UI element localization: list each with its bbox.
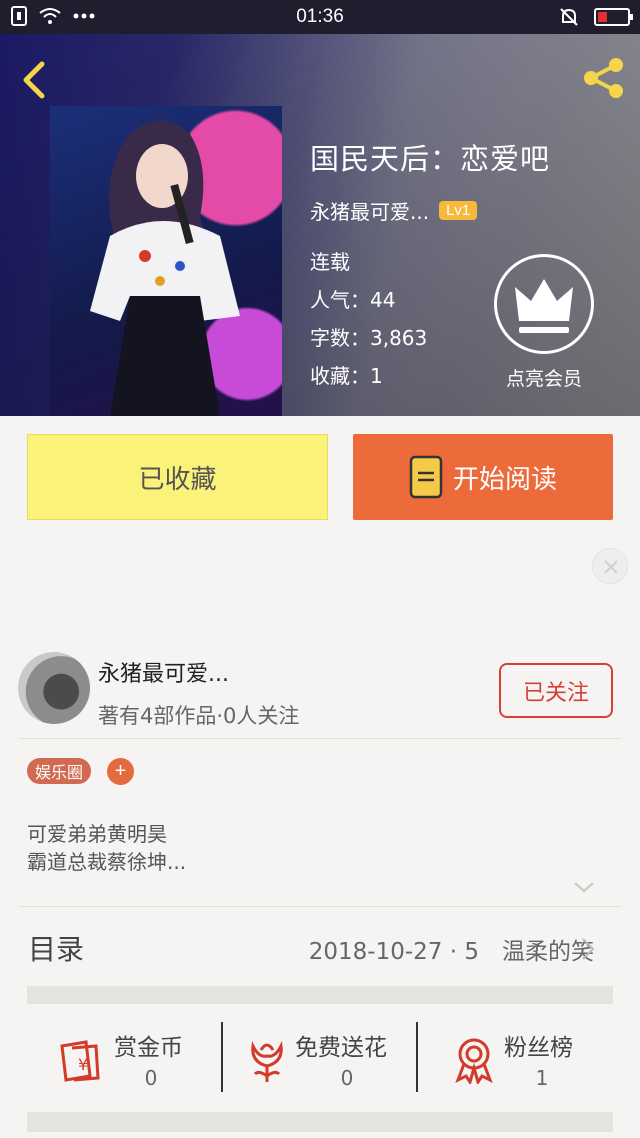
share-icon[interactable] (580, 54, 628, 102)
crown-icon (515, 279, 573, 333)
book-icon (409, 455, 443, 499)
description-line: 霸道总裁蔡徐坤... (27, 850, 187, 874)
status-bar: 01:36 (0, 0, 640, 34)
flower-icon (251, 1040, 283, 1082)
favorite-count: 收藏：1 (310, 364, 383, 388)
section-separator (27, 986, 613, 1004)
author-line[interactable]: 永猪最可爱... Lv1 (310, 196, 478, 225)
battery-icon (594, 8, 633, 26)
author-card-summary: 著有4部作品·0人关注 (98, 704, 300, 728)
divider (18, 906, 622, 907)
reward-coins-label: 赏金币 (114, 1035, 183, 1061)
svg-text:¥: ¥ (78, 1055, 88, 1074)
chevron-right-icon[interactable] (580, 936, 596, 962)
word-count: 字数：3,863 (310, 326, 428, 350)
add-tag-button[interactable]: + (107, 758, 134, 785)
cover-figure (90, 120, 240, 416)
favorited-button[interactable]: 已收藏 (27, 434, 328, 520)
book-header: 国民天后：恋爱吧 永猪最可爱... Lv1 连载 人气：44 字数：3,863 … (0, 34, 640, 416)
author-card-name[interactable]: 永猪最可爱... (98, 656, 229, 688)
send-flower-label: 免费送花 (295, 1035, 387, 1061)
book-title: 国民天后：恋爱吧 (310, 142, 551, 176)
avatar[interactable] (18, 652, 90, 724)
tag-label: 娱乐圈 (35, 763, 84, 782)
favorited-label: 已收藏 (138, 464, 217, 495)
section-separator (27, 1112, 613, 1132)
serial-status: 连载 (310, 250, 350, 274)
start-reading-label: 开始阅读 (452, 464, 557, 495)
reward-coins-value: 0 (144, 1066, 158, 1090)
description-line: 可爱弟弟黄明昊 (27, 822, 167, 846)
level-badge: Lv1 (439, 201, 478, 220)
fan-ranking-value: 1 (535, 1066, 549, 1090)
vip-label: 点亮会员 (505, 368, 582, 390)
follow-label: 已关注 (522, 680, 589, 706)
author-name: 永猪最可爱... (310, 200, 430, 224)
close-icon[interactable] (592, 548, 628, 584)
bell-muted-icon (560, 8, 578, 26)
back-arrow-icon[interactable] (16, 60, 52, 100)
tag-chip[interactable]: 娱乐圈 (27, 758, 92, 784)
start-reading-button[interactable]: 开始阅读 (353, 434, 613, 520)
book-cover[interactable] (50, 106, 282, 416)
divider (416, 1022, 418, 1092)
medal-icon (455, 1038, 493, 1084)
fan-ranking-label: 粉丝榜 (504, 1035, 573, 1061)
divider (18, 738, 622, 739)
red-envelope-icon: ¥ (60, 1040, 100, 1082)
vip-button[interactable] (494, 254, 594, 354)
send-flower-value: 0 (340, 1066, 354, 1090)
popularity: 人气：44 (310, 288, 396, 312)
follow-button[interactable]: 已关注 (499, 663, 613, 718)
latest-chapter[interactable]: 2018-10-27 · 5 温柔的笑 (309, 932, 594, 966)
toc-label[interactable]: 目录 (28, 928, 84, 968)
status-time: 01:36 (296, 6, 344, 27)
divider (221, 1022, 223, 1092)
chevron-down-icon[interactable] (572, 878, 596, 896)
